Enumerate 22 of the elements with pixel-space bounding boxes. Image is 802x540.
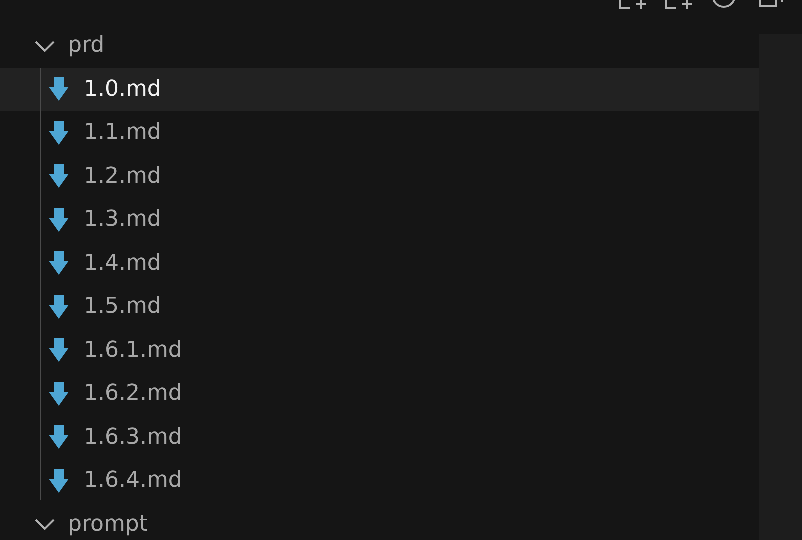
file-item[interactable]: 1.3.md xyxy=(0,198,759,242)
file-item[interactable]: 1.4.md xyxy=(0,242,759,285)
file-item[interactable]: 1.0.md xyxy=(0,68,759,111)
arrow-down-icon xyxy=(48,468,70,494)
arrow-down-icon xyxy=(48,76,70,102)
file-item[interactable]: 1.6.2.md xyxy=(0,372,759,416)
file-item[interactable]: 1.6.4.md xyxy=(0,459,759,502)
file-item[interactable]: 1.5.md xyxy=(0,285,759,328)
arrow-down-icon xyxy=(48,120,70,146)
arrow-down-icon xyxy=(48,206,70,233)
arrow-down-icon xyxy=(48,250,70,276)
folder-name[interactable]: prd xyxy=(68,33,105,58)
arrow-down-icon xyxy=(48,294,70,320)
arrow-down-icon xyxy=(48,424,70,450)
arrow-down-icon xyxy=(48,163,70,190)
file-item[interactable]: 1.1.md xyxy=(0,111,759,154)
file-item[interactable]: 1.2.md xyxy=(0,154,759,198)
file-item[interactable]: 1.6.1.md xyxy=(0,328,759,372)
folder-name[interactable]: prompt xyxy=(68,512,148,537)
arrow-down-icon xyxy=(48,380,70,407)
file-item[interactable]: 1.6.3.md xyxy=(0,416,759,459)
arrow-down-icon xyxy=(48,337,70,364)
